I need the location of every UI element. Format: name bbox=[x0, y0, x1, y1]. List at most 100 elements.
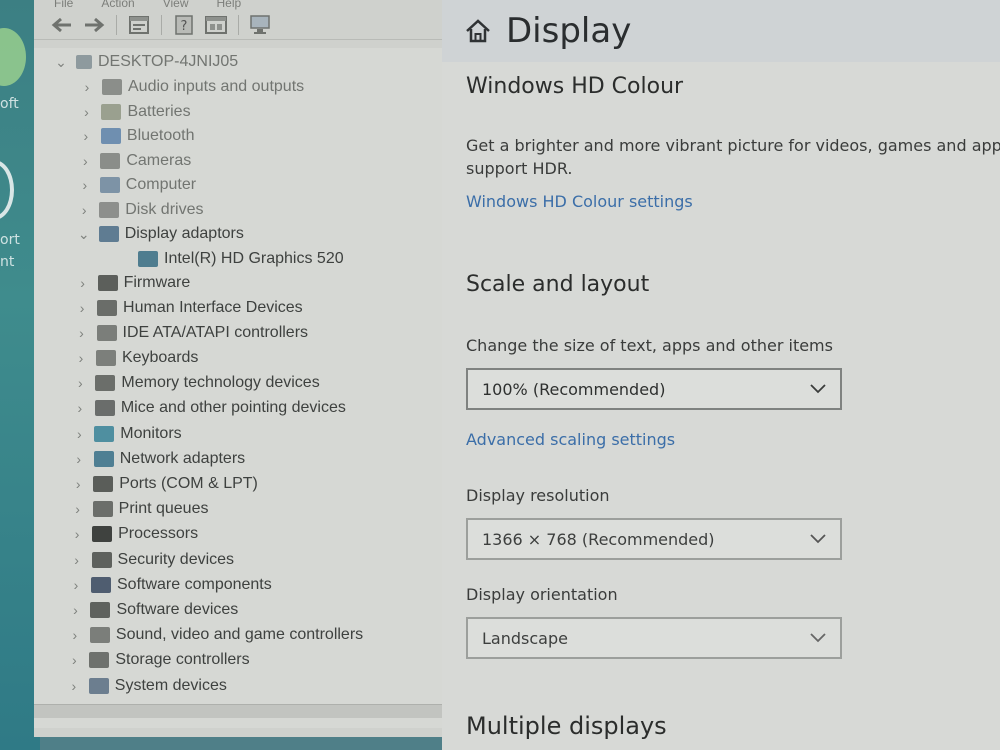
tree-category-item[interactable]: › IDE ATA/ATAPI controllers bbox=[75, 322, 308, 344]
tree-category-item[interactable]: ⌄ Display adaptors bbox=[77, 223, 244, 245]
tree-device-item[interactable]: Intel(R) HD Graphics 520 bbox=[130, 248, 344, 270]
chevron-right-icon[interactable]: › bbox=[67, 678, 81, 694]
chevron-right-icon[interactable]: › bbox=[75, 325, 89, 341]
tree-category-item[interactable]: › Network adapters bbox=[72, 448, 245, 470]
desktop-app-icon[interactable] bbox=[0, 160, 14, 220]
orientation-dropdown[interactable]: Landscape bbox=[466, 617, 842, 659]
chevron-right-icon[interactable]: › bbox=[73, 400, 87, 416]
chevron-right-icon[interactable]: › bbox=[79, 128, 93, 144]
device-category-icon bbox=[99, 177, 120, 193]
scale-dropdown[interactable]: 100% (Recommended) bbox=[466, 368, 842, 410]
chevron-right-icon[interactable]: › bbox=[78, 153, 92, 169]
menu-action[interactable]: Action bbox=[101, 0, 134, 10]
tree-category-item[interactable]: › Processors bbox=[70, 523, 198, 545]
menu-file[interactable]: File bbox=[54, 0, 73, 10]
tree-category-item[interactable]: › Disk drives bbox=[77, 199, 203, 221]
chevron-right-icon[interactable]: › bbox=[71, 476, 85, 492]
device-manager-window: File Action View Help ? ⌄ DESKTOP-4JNIJ0… bbox=[34, 0, 446, 737]
chevron-right-icon[interactable]: › bbox=[69, 577, 83, 593]
tree-root[interactable]: ⌄ DESKTOP-4JNIJ05 bbox=[54, 51, 238, 73]
chevron-right-icon[interactable]: › bbox=[76, 275, 90, 291]
tree-category-item[interactable]: › Ports (COM & LPT) bbox=[71, 473, 258, 495]
menu-view[interactable]: View bbox=[163, 0, 189, 10]
tree-category-item[interactable]: › Firmware bbox=[76, 272, 191, 294]
device-category-icon bbox=[89, 627, 110, 644]
advanced-scaling-link[interactable]: Advanced scaling settings bbox=[466, 430, 675, 449]
hd-colour-settings-link[interactable]: Windows HD Colour settings bbox=[466, 192, 693, 211]
tree-category-item[interactable]: › System devices bbox=[67, 675, 227, 697]
help-icon[interactable]: ? bbox=[172, 14, 196, 36]
tree-category-item[interactable]: › Security devices bbox=[70, 549, 234, 571]
tree-item-label: Network adapters bbox=[119, 449, 246, 467]
device-category-icon bbox=[100, 152, 121, 169]
tree-category-item[interactable]: › Software devices bbox=[68, 599, 238, 621]
text-size-label: Change the size of text, apps and other … bbox=[466, 336, 833, 355]
tree-category-item[interactable]: › Computer bbox=[78, 174, 196, 196]
chevron-right-icon[interactable]: › bbox=[80, 79, 94, 95]
tree-category-item[interactable]: › Mice and other pointing devices bbox=[73, 397, 346, 419]
chevron-down-icon bbox=[810, 534, 826, 544]
chevron-right-icon[interactable]: › bbox=[68, 627, 82, 643]
chevron-right-icon[interactable]: › bbox=[67, 652, 81, 668]
tree-category-item[interactable]: › Batteries bbox=[79, 101, 191, 123]
tree-category-item[interactable]: › Software components bbox=[69, 574, 272, 596]
resolution-dropdown[interactable]: 1366 × 768 (Recommended) bbox=[466, 518, 842, 560]
device-category-icon bbox=[93, 475, 114, 492]
tree-category-item[interactable]: › Cameras bbox=[78, 150, 191, 172]
update-driver-icon[interactable] bbox=[204, 14, 228, 36]
chevron-right-icon[interactable]: › bbox=[70, 552, 84, 568]
chevron-right-icon[interactable]: › bbox=[72, 451, 86, 467]
chevron-down-icon[interactable]: ⌄ bbox=[54, 54, 68, 71]
tree-item-label: Software components bbox=[117, 575, 272, 593]
tree-root-label: DESKTOP-4JNIJ05 bbox=[98, 53, 239, 70]
chevron-right-icon[interactable]: › bbox=[78, 177, 92, 193]
computer-icon bbox=[76, 55, 92, 69]
tree-category-item[interactable]: › Sound, video and game controllers bbox=[68, 624, 363, 646]
chevron-right-icon[interactable]: › bbox=[75, 300, 89, 316]
settings-header: Display bbox=[442, 0, 1000, 62]
chevron-right-icon[interactable]: › bbox=[70, 526, 84, 542]
desktop-app-icon[interactable] bbox=[0, 28, 26, 86]
resolution-dropdown-value: 1366 × 768 (Recommended) bbox=[482, 529, 715, 549]
desktop-icon-label: ort bbox=[0, 232, 20, 248]
orientation-dropdown-value: Landscape bbox=[482, 628, 568, 648]
device-category-icon bbox=[138, 250, 158, 267]
chevron-right-icon[interactable]: › bbox=[77, 202, 91, 218]
chevron-right-icon[interactable]: › bbox=[72, 426, 86, 442]
tree-item-label: Storage controllers bbox=[115, 651, 250, 669]
properties-icon[interactable] bbox=[127, 14, 151, 36]
device-tree: ⌄ DESKTOP-4JNIJ05 › Audio inputs and outp… bbox=[34, 48, 445, 728]
tree-item-label: Print queues bbox=[118, 500, 209, 518]
monitor-scan-icon[interactable] bbox=[249, 14, 273, 36]
horizontal-scrollbar[interactable] bbox=[34, 704, 445, 718]
tree-category-item[interactable]: › Memory technology devices bbox=[73, 372, 320, 394]
chevron-down-icon[interactable]: ⌄ bbox=[77, 226, 91, 243]
forward-arrow-icon[interactable] bbox=[82, 14, 106, 36]
tree-category-item[interactable]: › Audio inputs and outputs bbox=[80, 76, 304, 98]
back-arrow-icon[interactable] bbox=[50, 14, 74, 36]
device-category-icon bbox=[94, 425, 115, 442]
chevron-right-icon[interactable]: › bbox=[73, 375, 87, 391]
tree-category-item[interactable]: › Human Interface Devices bbox=[75, 297, 303, 319]
device-category-icon bbox=[92, 501, 113, 518]
tree-category-item[interactable]: › Storage controllers bbox=[67, 649, 250, 671]
chevron-right-icon[interactable]: › bbox=[74, 350, 88, 366]
tree-category-item[interactable]: › Bluetooth bbox=[79, 125, 195, 147]
tree-category-item[interactable]: › Print queues bbox=[71, 498, 209, 520]
tree-item-label: Keyboards bbox=[121, 348, 199, 366]
tree-category-item[interactable]: › Keyboards bbox=[74, 347, 199, 369]
toolbar-separator bbox=[238, 14, 239, 35]
menu-help[interactable]: Help bbox=[217, 0, 242, 10]
hd-colour-description: Get a brighter and more vibrant picture … bbox=[466, 136, 1000, 178]
chevron-right-icon[interactable]: › bbox=[71, 501, 85, 517]
home-icon[interactable] bbox=[464, 18, 492, 44]
tree-item-label: Firmware bbox=[123, 274, 191, 291]
device-category-icon bbox=[94, 400, 115, 417]
tree-item-label: Processors bbox=[118, 525, 199, 543]
tree-item-label: Display adaptors bbox=[124, 225, 244, 242]
device-category-icon bbox=[89, 652, 110, 669]
chevron-right-icon[interactable]: › bbox=[68, 602, 82, 618]
tree-category-item[interactable]: › Monitors bbox=[72, 423, 182, 445]
chevron-right-icon[interactable]: › bbox=[79, 104, 93, 120]
scale-dropdown-value: 100% (Recommended) bbox=[482, 379, 666, 399]
